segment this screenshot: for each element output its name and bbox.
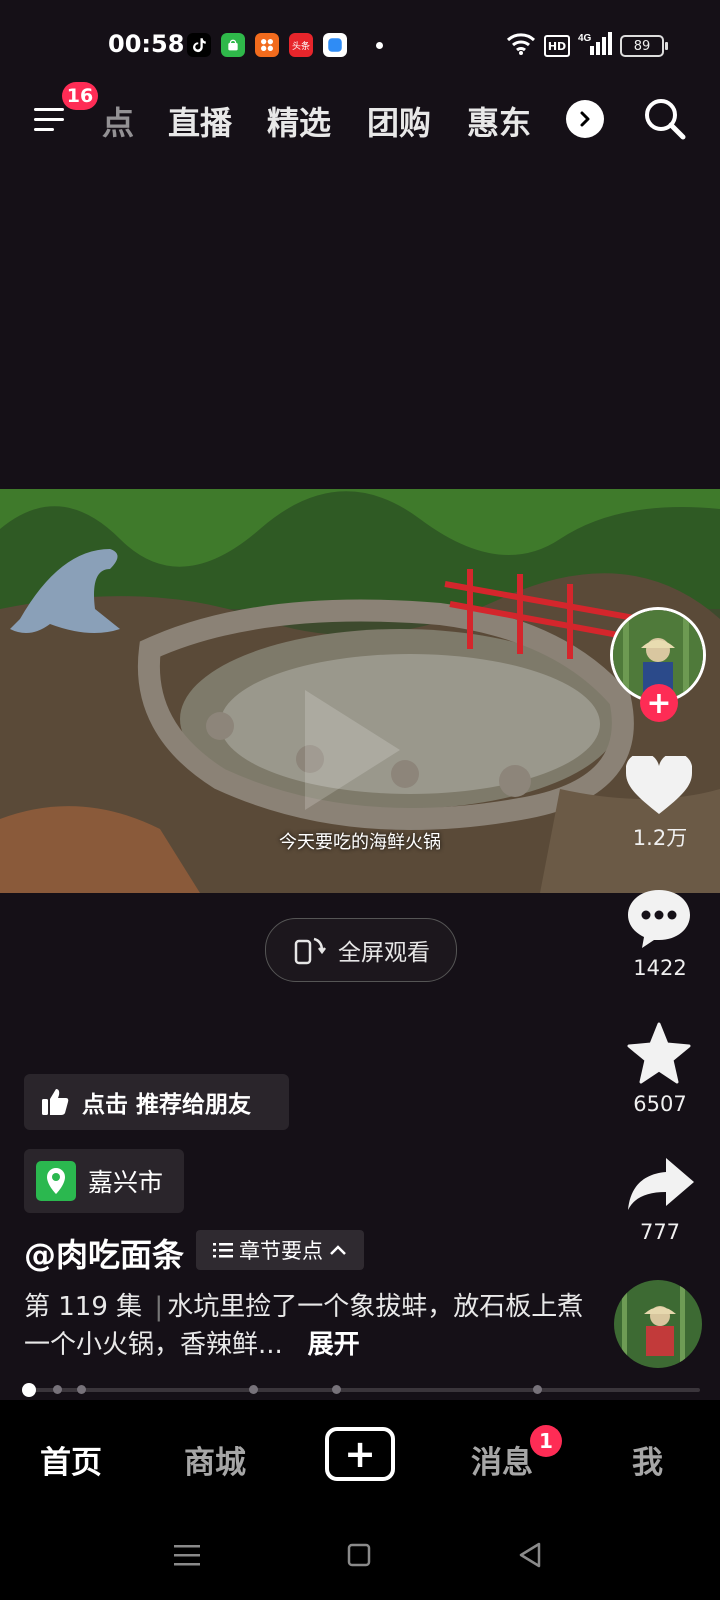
chapter-marker[interactable] — [332, 1385, 341, 1394]
like-count: 1.2万 — [632, 826, 688, 850]
like-icon[interactable] — [626, 756, 692, 816]
battery-indicator: 89 — [620, 35, 668, 57]
more-notifications-dot — [376, 42, 383, 49]
chapter-marker[interactable] — [53, 1385, 62, 1394]
more-tabs-button[interactable] — [566, 100, 604, 138]
nav-messages[interactable]: 消息 — [471, 1437, 533, 1482]
search-icon[interactable] — [642, 96, 688, 142]
location-pin-icon — [36, 1161, 76, 1201]
menu-badge: 16 — [62, 82, 98, 110]
toutiao-icon: 头条 — [289, 33, 313, 57]
thumbs-up-icon — [42, 1089, 69, 1115]
separator: | — [154, 1292, 164, 1322]
signal-icon: 4G — [578, 32, 612, 55]
play-icon[interactable] — [305, 690, 400, 810]
create-button[interactable]: + — [325, 1427, 395, 1481]
video-progress-bar[interactable] — [22, 1383, 700, 1397]
follow-button[interactable]: + — [640, 684, 678, 722]
tab-group-buy[interactable]: 团购 — [367, 98, 431, 144]
favorite-count: 6507 — [633, 1092, 687, 1116]
android-store-icon — [221, 33, 245, 57]
chapter-marker[interactable] — [533, 1385, 542, 1394]
video-description: 第 119 集 | 水坑里捡了一个象拔蚌，放石板上煮一个小火锅，香辣鲜... 展开 — [24, 1288, 584, 1364]
app-grid-icon — [255, 33, 279, 57]
share-icon[interactable] — [626, 1156, 696, 1212]
tab-featured[interactable]: 精选 — [267, 98, 331, 144]
fullscreen-label: 全屏观看 — [338, 940, 430, 966]
chapter-marker[interactable] — [77, 1385, 86, 1394]
comment-count: 1422 — [633, 956, 687, 980]
recommend-to-friend-button[interactable]: 点击 推荐给朋友 — [24, 1074, 289, 1130]
tab-partial[interactable]: 点 — [102, 98, 134, 144]
music-disc[interactable] — [614, 1280, 702, 1368]
episode-label: 第 119 集 — [24, 1292, 143, 1322]
network-label: 4G — [578, 33, 592, 44]
nav-home[interactable]: 首页 — [40, 1437, 102, 1482]
recents-icon[interactable] — [174, 1543, 200, 1567]
tab-live[interactable]: 直播 — [168, 98, 232, 144]
favorite-star-icon[interactable] — [626, 1022, 692, 1086]
rotate-screen-icon — [294, 937, 326, 965]
progress-thumb[interactable] — [22, 1383, 36, 1397]
chapter-label: 章节要点 — [239, 1239, 323, 1263]
comment-icon[interactable] — [626, 888, 692, 950]
fullscreen-button[interactable]: 全屏观看 — [265, 918, 457, 982]
location-chip[interactable]: 嘉兴市 — [24, 1149, 184, 1213]
status-time: 00:58 — [108, 30, 185, 58]
nav-shop[interactable]: 商城 — [184, 1437, 246, 1482]
messages-badge: 1 — [530, 1425, 562, 1457]
chapter-marker[interactable] — [249, 1385, 258, 1394]
recommend-label: 点击 推荐给朋友 — [82, 1092, 252, 1118]
wifi-icon — [506, 33, 536, 55]
share-count: 777 — [639, 1220, 681, 1244]
tiktok-icon — [187, 33, 211, 57]
location-label: 嘉兴市 — [88, 1168, 164, 1197]
chevron-right-icon — [580, 111, 590, 127]
hd-icon: HD — [544, 35, 570, 57]
tab-huidong[interactable]: 惠东 — [467, 98, 531, 144]
back-icon[interactable] — [518, 1542, 542, 1568]
music-disc-image — [614, 1280, 702, 1368]
expand-link[interactable]: 展开 — [308, 1330, 360, 1360]
chevron-up-icon — [330, 1245, 346, 1255]
chapter-highlights-button[interactable]: 章节要点 — [196, 1230, 364, 1270]
browser-icon — [323, 33, 347, 57]
list-icon — [213, 1243, 233, 1258]
author-name[interactable]: @肉吃面条 — [24, 1230, 184, 1276]
nav-me[interactable]: 我 — [632, 1437, 663, 1482]
menu-button[interactable] — [30, 100, 70, 136]
home-icon[interactable] — [347, 1543, 371, 1567]
